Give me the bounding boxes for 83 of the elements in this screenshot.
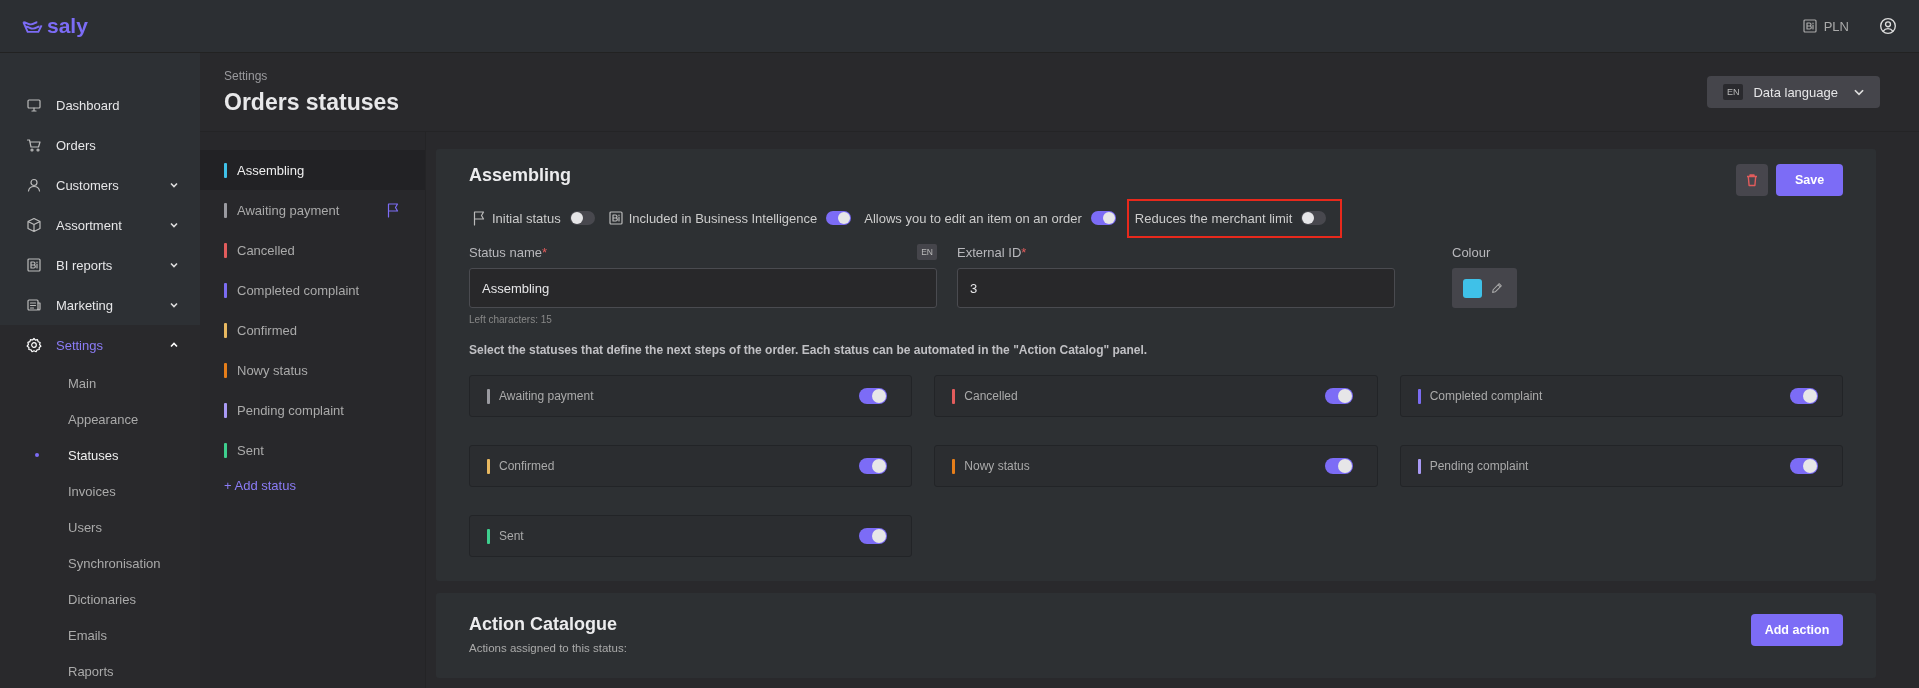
add-action-button[interactable]: Add action (1751, 614, 1843, 646)
toggle-switch[interactable] (1324, 458, 1353, 474)
field-label: Status name* (469, 244, 548, 260)
next-status-option: Nowy status (934, 445, 1378, 487)
nav-icon (26, 257, 42, 273)
card-subtitle: Actions assigned to this status: (469, 642, 627, 654)
option-label: Reduces the merchant limit (1134, 210, 1293, 226)
bi-icon (1801, 18, 1818, 34)
card-title: Assembling (469, 165, 572, 186)
status-list-item[interactable]: Pending complaint (200, 390, 425, 430)
data-language-dropdown[interactable]: EN Data language (1706, 76, 1880, 108)
status-list-item[interactable]: Nowy status (200, 350, 425, 390)
sidebar-subitem[interactable]: Invoices (0, 473, 200, 509)
status-list-item[interactable]: Awaiting payment (200, 190, 425, 230)
status-list-item[interactable]: Confirmed (200, 310, 425, 350)
external-id-field[interactable]: 3 (957, 268, 1395, 308)
sidebar-item[interactable]: Dashboard (0, 85, 200, 125)
status-list-item[interactable]: Assembling (200, 150, 425, 190)
toggle-switch[interactable] (1301, 211, 1327, 225)
add-status-link[interactable]: + Add status (200, 470, 425, 501)
next-status-option: Completed complaint (1399, 375, 1843, 417)
next-status-option: Sent (469, 515, 913, 557)
user-account-icon[interactable] (1879, 17, 1897, 35)
toggle-switch[interactable] (1790, 458, 1818, 474)
trash-icon (1744, 172, 1760, 188)
next-status-option: Confirmed (469, 445, 913, 487)
instruction-text: Select the statuses that define the next steps of the order. Each status can be automated in the "Action Catalog" panel. (469, 343, 1149, 357)
toggle-switch[interactable] (1790, 388, 1818, 404)
sidebar-subitem[interactable]: Raports (0, 653, 200, 688)
status-list-item[interactable]: Sent (200, 430, 425, 470)
sidebar-item[interactable]: Assortment (0, 205, 200, 245)
status-list-item[interactable]: Completed complaint (200, 270, 425, 310)
status-list-item[interactable]: Cancelled (200, 230, 425, 270)
nav-icon (26, 137, 42, 153)
save-button[interactable]: Save (1776, 164, 1843, 196)
option-label: Included in Business Intelligence (628, 210, 818, 226)
sidebar-item[interactable]: BI reports (0, 245, 200, 285)
sidebar-subitem[interactable]: Emails (0, 617, 200, 653)
sidebar-subitem[interactable]: Synchronisation (0, 545, 200, 581)
language-code: EN (1722, 84, 1744, 100)
field-hint: Left characters: 15 (469, 314, 553, 325)
nav-icon (26, 217, 42, 233)
option-label: Allows you to edit an item on an order (864, 210, 1082, 226)
toggle-switch[interactable] (826, 211, 852, 225)
nav-icon (26, 177, 42, 193)
card-title: Action Catalogue (469, 614, 618, 635)
sidebar-item[interactable]: Orders (0, 125, 200, 165)
field-label: Colour (1452, 244, 1491, 260)
sidebar-item[interactable]: Settings (0, 325, 200, 365)
sidebar-subitem[interactable]: Appearance (0, 401, 200, 437)
sidebar-subitem[interactable]: Users (0, 509, 200, 545)
language-code: EN (917, 244, 937, 260)
toggle-switch[interactable] (1324, 388, 1353, 404)
settings-icon (26, 337, 42, 353)
breadcrumb[interactable]: Settings (224, 68, 400, 83)
page-title: Orders statuses (224, 88, 400, 116)
nav-icon (26, 97, 42, 113)
toggle-switch[interactable] (569, 211, 595, 225)
next-status-option: Awaiting payment (469, 375, 913, 417)
toggle-switch[interactable] (859, 528, 888, 544)
option-label: Initial status (492, 210, 561, 226)
field-label: External ID* (957, 244, 1027, 260)
sidebar-subitem[interactable]: Statuses (0, 437, 200, 473)
next-status-option: Pending complaint (1399, 445, 1843, 487)
delete-button[interactable] (1736, 164, 1768, 196)
status-name-field[interactable]: Assembling (469, 268, 937, 308)
active-dot (35, 453, 39, 457)
toggle-switch[interactable] (859, 458, 888, 474)
sidebar-item[interactable]: Customers (0, 165, 200, 205)
colour-picker[interactable] (1452, 268, 1517, 308)
next-status-option: Cancelled (934, 375, 1378, 417)
toggle-switch[interactable] (1090, 211, 1116, 225)
flag-icon (385, 202, 401, 218)
bi-icon (607, 210, 624, 226)
toggle-switch[interactable] (859, 388, 888, 404)
nav-icon (26, 297, 42, 313)
currency-label[interactable]: PLN (1823, 18, 1849, 34)
sidebar-subitem[interactable]: Dictionaries (0, 581, 200, 617)
flag-icon (471, 210, 487, 226)
sidebar-subitem[interactable]: Main (0, 365, 200, 401)
pencil-icon (1490, 281, 1504, 295)
brand-logo[interactable]: saly (22, 14, 88, 38)
sidebar-item[interactable]: Marketing (0, 285, 200, 325)
